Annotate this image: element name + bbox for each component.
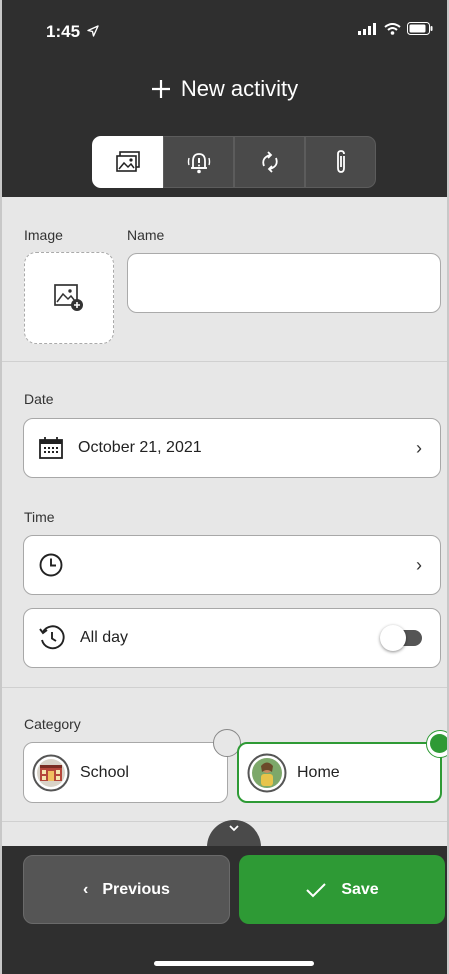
date-value: October 21, 2021 <box>78 439 202 456</box>
calendar-icon <box>39 437 63 459</box>
chevron-right-icon: › <box>416 437 422 458</box>
date-label: Date <box>24 391 54 407</box>
category-school[interactable]: School <box>23 729 241 803</box>
category-label: Category <box>24 716 81 732</box>
app-screen: 1:45 New activity Image Name Date Octobe… <box>0 0 449 974</box>
radio-selected-icon[interactable] <box>426 730 447 758</box>
history-icon <box>39 625 65 650</box>
location-arrow-icon <box>87 25 99 37</box>
paperclip-icon <box>336 150 345 173</box>
image-picker[interactable] <box>24 252 114 344</box>
home-indicator <box>154 961 314 966</box>
toggle-knob <box>380 625 406 651</box>
category-name: Home <box>297 763 340 781</box>
category-name: School <box>80 763 129 781</box>
alarm-bell-icon <box>187 153 210 174</box>
school-icon <box>32 754 70 791</box>
all-day-toggle[interactable] <box>380 625 422 651</box>
all-day-row: All day <box>23 608 441 668</box>
chevron-left-icon: ‹ <box>83 880 89 898</box>
save-label: Save <box>341 880 379 898</box>
battery-icon <box>407 22 433 35</box>
previous-label: Previous <box>102 880 170 898</box>
tab-repeat[interactable] <box>234 136 305 188</box>
collapse-handle[interactable] <box>207 820 261 848</box>
title-text: New activity <box>180 76 299 101</box>
tab-alarm[interactable] <box>163 136 234 188</box>
radio-dot <box>430 734 447 753</box>
date-field[interactable]: October 21, 2021 › <box>23 418 441 478</box>
all-day-label: All day <box>80 629 129 646</box>
status-time: 1:45 <box>46 22 99 42</box>
name-input[interactable] <box>127 253 441 313</box>
time-label: Time <box>24 509 55 525</box>
home-photo-icon <box>247 753 287 792</box>
status-icons <box>358 22 433 35</box>
add-image-icon <box>54 284 83 311</box>
save-button[interactable]: Save <box>239 855 445 924</box>
checkmark-icon <box>306 882 327 897</box>
divider <box>2 361 447 362</box>
chevron-down-icon <box>229 825 239 832</box>
activity-tabs <box>92 136 376 188</box>
bottom-bar: ‹ Previous Save <box>2 846 447 974</box>
clock-text: 1:45 <box>46 22 81 41</box>
page-title: New activity <box>2 76 447 102</box>
time-field[interactable]: › <box>23 535 441 595</box>
image-label: Image <box>24 227 63 243</box>
chevron-right-icon: › <box>416 554 422 575</box>
name-label: Name <box>127 227 165 243</box>
clock-icon <box>39 553 63 577</box>
category-home[interactable]: Home <box>237 730 447 803</box>
header: 1:45 New activity <box>2 0 447 197</box>
image-icon <box>115 151 140 172</box>
previous-button[interactable]: ‹ Previous <box>23 855 230 924</box>
plus-icon <box>151 80 170 98</box>
tab-attachment[interactable] <box>305 136 376 188</box>
wifi-icon <box>384 22 401 35</box>
repeat-icon <box>261 151 278 173</box>
signal-icon <box>358 22 376 35</box>
tab-image[interactable] <box>92 136 163 188</box>
divider <box>2 687 447 688</box>
